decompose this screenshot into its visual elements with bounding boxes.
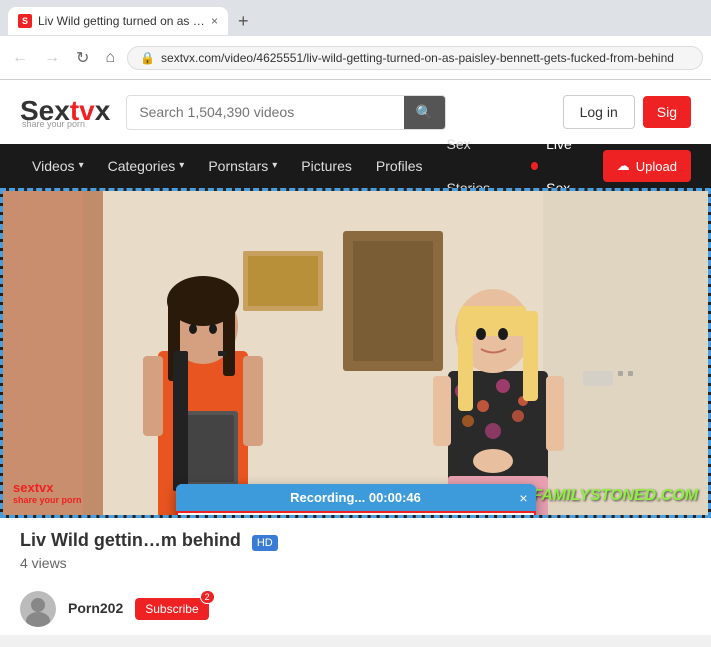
lock-icon: 🔒	[140, 51, 155, 65]
upload-button[interactable]: ☁ Upload	[603, 150, 691, 182]
title-prefix: Liv Wild gettin	[20, 530, 143, 550]
active-tab[interactable]: S Liv Wild getting turned on as Pa… ×	[8, 7, 228, 35]
views-count: 4 views	[20, 555, 67, 571]
tab-favicon: S	[18, 14, 32, 28]
watermark-top-left: sextvx share your porn	[13, 479, 82, 505]
subscriber-count: 2	[200, 590, 215, 604]
channel-info: Porn202	[68, 600, 123, 618]
video-section: sextvx share your porn FAMILYSTONED.COM …	[0, 188, 711, 635]
video-title: Liv Wild gettin…m behind HD	[20, 530, 691, 551]
video-container[interactable]: sextvx share your porn FAMILYSTONED.COM …	[0, 188, 711, 518]
nav-item-pictures[interactable]: Pictures	[289, 144, 364, 188]
subscribe-button[interactable]: Subscribe 2	[135, 598, 208, 620]
upload-label: Upload	[636, 159, 677, 174]
site-logo[interactable]: Sextvx share your porn	[20, 95, 110, 129]
channel-avatar	[20, 591, 56, 627]
nav-item-sex-stories[interactable]: Sex Stories	[435, 144, 520, 188]
address-bar: ← → ↻ ⌂ 🔒 sextvx.com/video/4625551/liv-w…	[0, 36, 711, 80]
tab-title: Liv Wild getting turned on as Pa…	[38, 14, 205, 28]
recording-title: Recording... 00:00:46	[290, 490, 421, 505]
recording-controls: ⏸ ⬜ ⚑ ◎ ✏ ⏱ 00:00:00	[176, 511, 536, 518]
live-dot-icon	[531, 162, 538, 170]
nav-item-pornstars[interactable]: Pornstars ▾	[196, 144, 289, 188]
upload-icon: ☁	[617, 158, 630, 174]
home-button[interactable]: ⌂	[101, 47, 119, 69]
recording-header: Recording... 00:00:46 ×	[176, 484, 536, 511]
browser-chrome: S Liv Wild getting turned on as Pa… × + …	[0, 0, 711, 80]
hd-badge: HD	[252, 535, 278, 551]
title-suffix: m behind	[161, 530, 241, 550]
videos-arrow-icon: ▾	[79, 144, 84, 188]
back-button[interactable]: ←	[8, 47, 32, 69]
video-meta: 4 views	[20, 555, 691, 571]
nav-bar: Videos ▾ Categories ▾ Pornstars ▾ Pictur…	[0, 144, 711, 188]
url-bar[interactable]: 🔒 sextvx.com/video/4625551/liv-wild-gett…	[127, 46, 703, 70]
search-bar: 🔍	[126, 95, 446, 130]
nav-item-videos[interactable]: Videos ▾	[20, 144, 96, 188]
channel-row: Porn202 Subscribe 2	[0, 583, 711, 635]
nav-item-live-sex[interactable]: Live Sex	[519, 144, 602, 188]
recording-close-button[interactable]: ×	[519, 490, 527, 506]
refresh-button[interactable]: ↻	[72, 46, 93, 70]
site-header: Sextvx share your porn 🔍 Log in Sig	[0, 80, 711, 144]
forward-button[interactable]: →	[40, 47, 64, 69]
categories-arrow-icon: ▾	[179, 144, 184, 188]
video-frame	[3, 191, 708, 515]
recording-overlay: Recording... 00:00:46 × ⏸ ⬜ ⚑ ◎ ✏ ⏱	[176, 484, 536, 518]
search-button[interactable]: 🔍	[404, 96, 445, 129]
tab-bar: S Liv Wild getting turned on as Pa… × +	[0, 0, 711, 36]
logo-x: x	[95, 95, 111, 126]
nav-item-categories[interactable]: Categories ▾	[96, 144, 197, 188]
pornstars-arrow-icon: ▾	[272, 144, 277, 188]
tab-close-icon[interactable]: ×	[211, 14, 218, 28]
nav-item-profiles[interactable]: Profiles	[364, 144, 435, 188]
video-info: Liv Wild gettin…m behind HD 4 views	[0, 518, 711, 583]
watermark-bottom-right: FAMILYSTONED.COM	[532, 487, 698, 505]
new-tab-button[interactable]: +	[232, 11, 255, 32]
channel-name: Porn202	[68, 600, 123, 616]
url-text: sextvx.com/video/4625551/liv-wild-gettin…	[161, 51, 690, 65]
signup-button[interactable]: Sig	[643, 96, 691, 128]
search-input[interactable]	[127, 96, 404, 128]
